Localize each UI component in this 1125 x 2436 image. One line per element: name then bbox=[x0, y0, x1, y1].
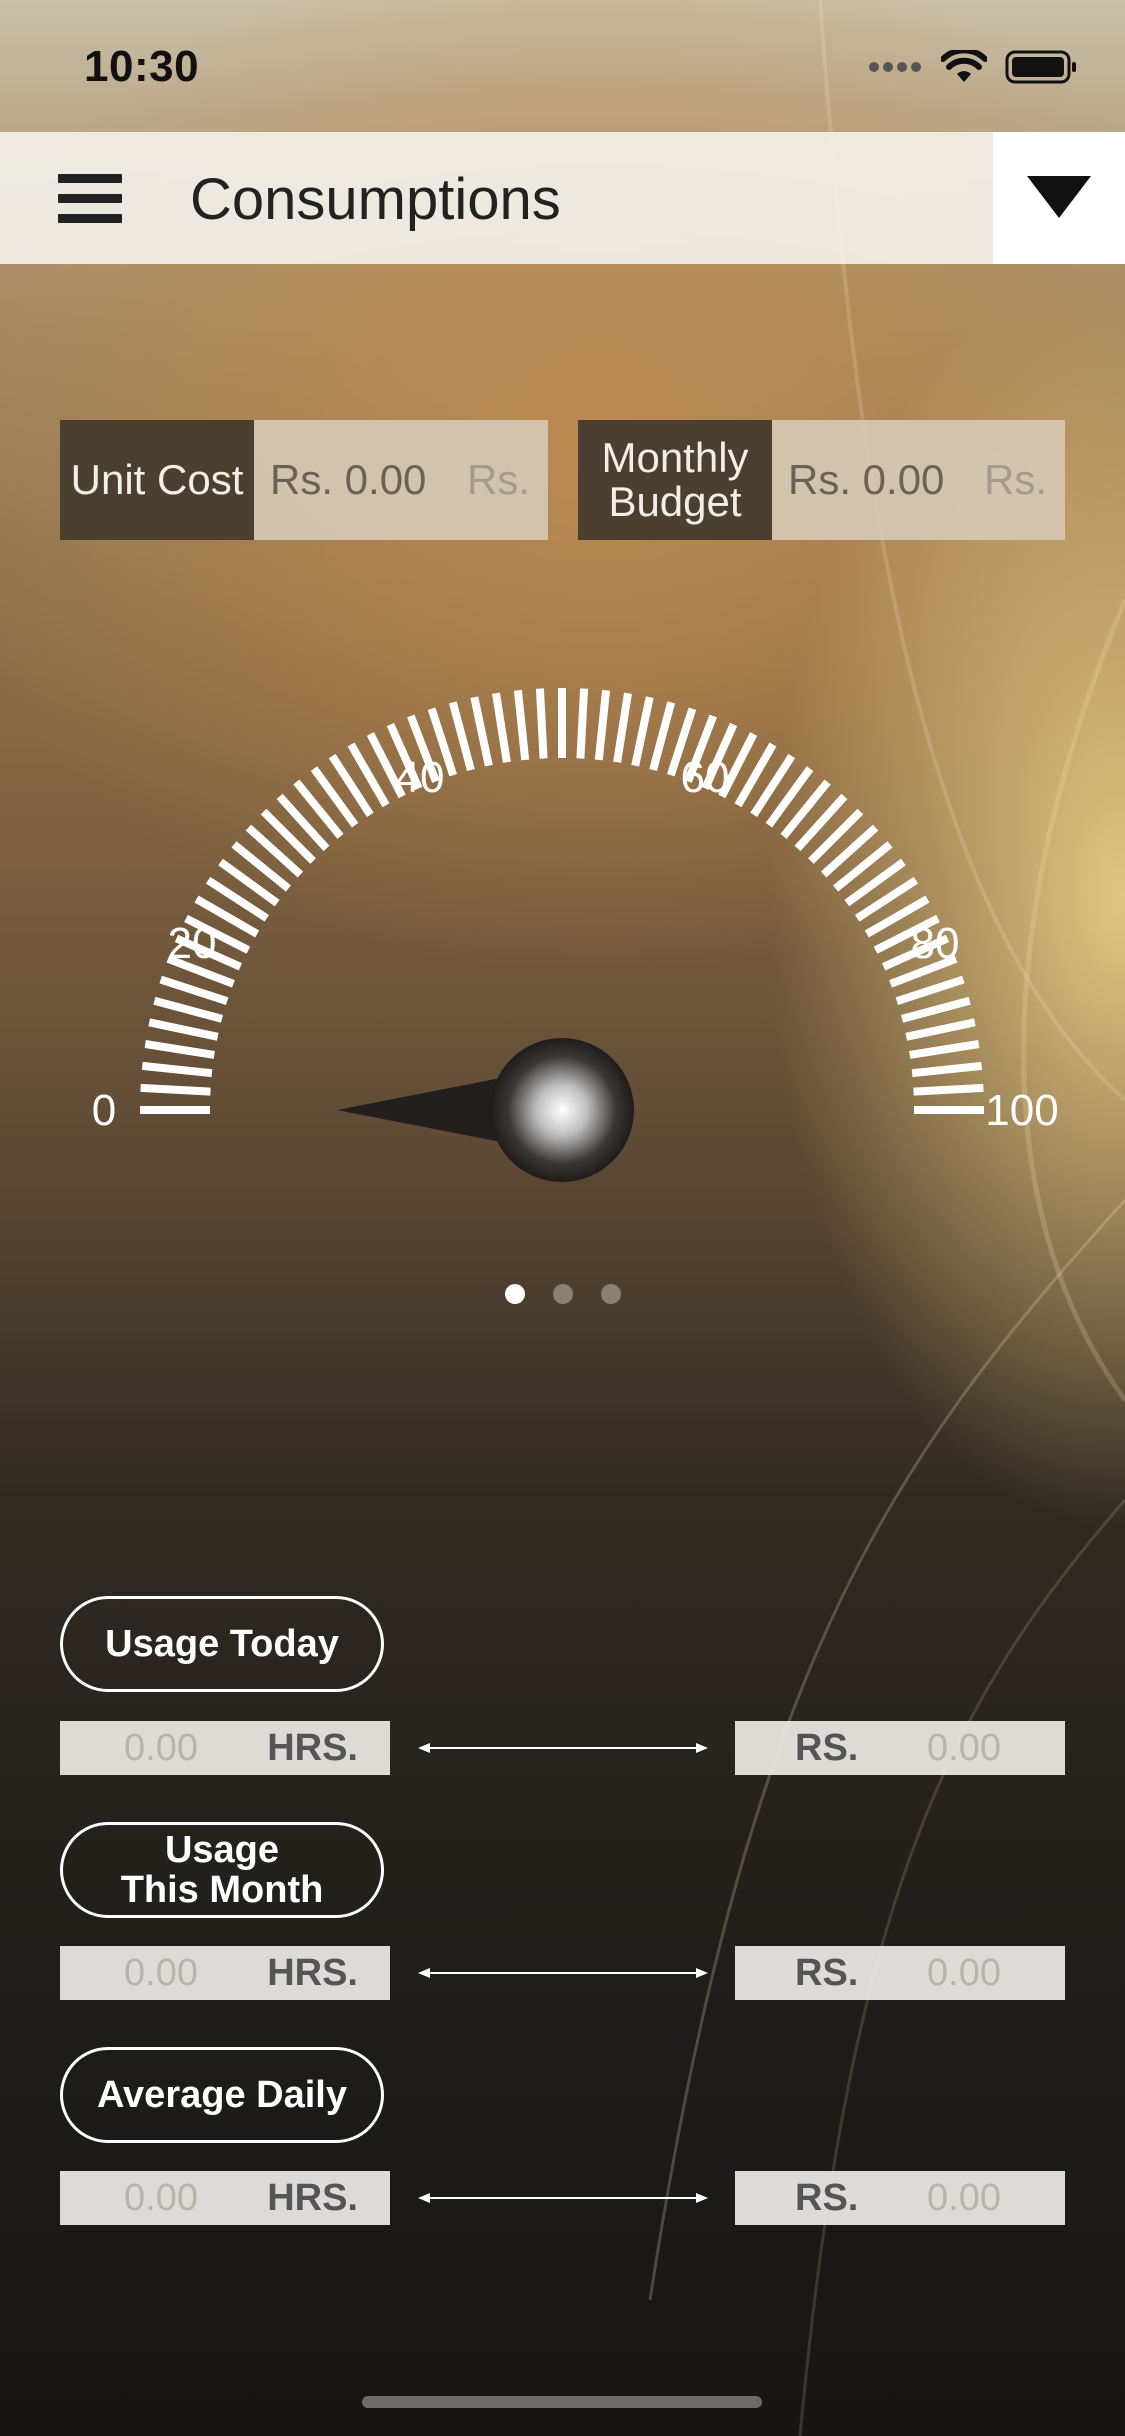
page-title: Consumptions bbox=[190, 167, 561, 232]
gauge-tick bbox=[153, 996, 224, 1023]
hamburger-menu-icon[interactable] bbox=[58, 174, 122, 224]
gauge-tick bbox=[808, 808, 864, 864]
gauge-tick bbox=[260, 808, 316, 864]
usage-cost-unit: RS. bbox=[795, 1726, 859, 1769]
gauge-tick bbox=[492, 692, 511, 763]
gauge-label-40: 40 bbox=[396, 753, 445, 802]
usage-cost-box: RS. 0.00 bbox=[735, 1946, 1065, 2000]
usage-hours-box: 0.00 HRS. bbox=[60, 1721, 390, 1775]
gauge-tick bbox=[905, 1018, 976, 1041]
unit-cost-label: Unit Cost bbox=[60, 420, 254, 540]
gauge-tick bbox=[448, 701, 475, 772]
gauge-tick bbox=[144, 1040, 215, 1059]
double-arrow-icon bbox=[418, 1968, 708, 1978]
gauge-tick bbox=[141, 1061, 213, 1078]
gauge-tick bbox=[470, 696, 493, 767]
gauge-tick bbox=[594, 689, 611, 761]
usage-title-pill: Average Daily bbox=[60, 2047, 384, 2143]
dropdown-button[interactable] bbox=[993, 132, 1125, 264]
gauge-tick bbox=[631, 696, 654, 767]
gauge-tick bbox=[900, 996, 971, 1023]
gauge-tick bbox=[909, 1040, 980, 1059]
monthly-budget-currency: Rs. bbox=[984, 456, 1047, 503]
consumption-gauge: 0 20 40 60 80 100 bbox=[92, 688, 1059, 1182]
usage-cost-box: RS. 0.00 bbox=[735, 2171, 1065, 2225]
usage-cost-value: 0.00 bbox=[927, 1951, 1001, 1994]
unit-cost-value: Rs. 0.00 bbox=[270, 456, 427, 503]
usage-cost-value: 0.00 bbox=[927, 2176, 1001, 2219]
gauge-tick bbox=[535, 688, 548, 759]
usage-title-pill: Usage This Month bbox=[60, 1822, 384, 1918]
gauge-tick bbox=[576, 688, 589, 759]
usage-cost-unit: RS. bbox=[795, 1951, 859, 1994]
gauge-needle bbox=[337, 1038, 634, 1182]
usage-title-line2: This Month bbox=[120, 1869, 324, 1911]
wifi-icon bbox=[941, 50, 987, 82]
usage-cost-unit: RS. bbox=[795, 2176, 859, 2219]
page-dot[interactable] bbox=[504, 1284, 525, 1304]
gauge-label-0: 0 bbox=[92, 1086, 116, 1135]
usage-title-line1: Usage bbox=[164, 1829, 280, 1871]
usage-hours-box: 0.00 HRS. bbox=[60, 2171, 390, 2225]
usage-hours-unit: HRS. bbox=[267, 1726, 358, 1769]
monthly-budget-label-line1: Monthly bbox=[601, 434, 749, 481]
unit-cost-currency: Rs. bbox=[467, 456, 530, 503]
usage-hours-box: 0.00 HRS. bbox=[60, 1946, 390, 2000]
monthly-budget-label-line2: Budget bbox=[608, 478, 742, 525]
gauge-tick bbox=[513, 689, 530, 761]
gauge-label-80: 80 bbox=[911, 919, 960, 968]
usage-title-line1: Average Daily bbox=[97, 2074, 347, 2116]
usage-hours-value: 0.00 bbox=[124, 1951, 198, 1994]
page-dot[interactable] bbox=[552, 1284, 573, 1304]
gauge-label-60: 60 bbox=[681, 753, 730, 802]
signal-icon bbox=[869, 62, 921, 72]
usage-hours-value: 0.00 bbox=[124, 2176, 198, 2219]
usage-hours-unit: HRS. bbox=[267, 2176, 358, 2219]
page-indicator[interactable] bbox=[0, 1284, 1125, 1304]
gauge-tick bbox=[913, 1083, 984, 1096]
status-icons bbox=[869, 50, 1077, 84]
double-arrow-icon bbox=[418, 1743, 708, 1753]
gauge-tick bbox=[159, 975, 229, 1006]
gauge-tick bbox=[613, 692, 632, 763]
usage-hours-unit: HRS. bbox=[267, 1951, 358, 1994]
triangle-down-icon bbox=[1027, 176, 1091, 218]
gauge-hub bbox=[490, 1038, 634, 1182]
gauge-tick bbox=[140, 1083, 211, 1096]
page-dot[interactable] bbox=[600, 1284, 621, 1304]
home-indicator[interactable] bbox=[362, 2396, 762, 2408]
status-time: 10:30 bbox=[84, 42, 200, 91]
monthly-budget-field[interactable]: Monthly Budget Rs. 0.00 Rs. bbox=[578, 420, 1065, 540]
gauge-label-20: 20 bbox=[168, 919, 217, 968]
monthly-budget-value-box[interactable]: Rs. 0.00 Rs. bbox=[772, 420, 1065, 540]
usage-title-pill: Usage Today bbox=[60, 1596, 384, 1692]
usage-title-line1: Usage Today bbox=[105, 1623, 339, 1665]
gauge-label-100: 100 bbox=[985, 1086, 1058, 1135]
gauge-tick bbox=[895, 975, 965, 1006]
usage-hours-value: 0.00 bbox=[124, 1726, 198, 1769]
gauge-tick bbox=[911, 1061, 983, 1078]
battery-icon bbox=[1005, 50, 1076, 84]
usage-cost-box: RS. 0.00 bbox=[735, 1721, 1065, 1775]
monthly-budget-label: Monthly Budget bbox=[578, 420, 772, 540]
monthly-budget-value: Rs. 0.00 bbox=[788, 456, 945, 503]
unit-cost-value-box[interactable]: Rs. 0.00 Rs. bbox=[254, 420, 548, 540]
unit-cost-field[interactable]: Unit Cost Rs. 0.00 Rs. bbox=[60, 420, 548, 540]
navbar: Consumptions bbox=[0, 132, 993, 264]
usage-cost-value: 0.00 bbox=[927, 1726, 1001, 1769]
gauge-tick bbox=[649, 701, 676, 772]
gauge-tick bbox=[148, 1018, 219, 1041]
double-arrow-icon bbox=[418, 2193, 708, 2203]
